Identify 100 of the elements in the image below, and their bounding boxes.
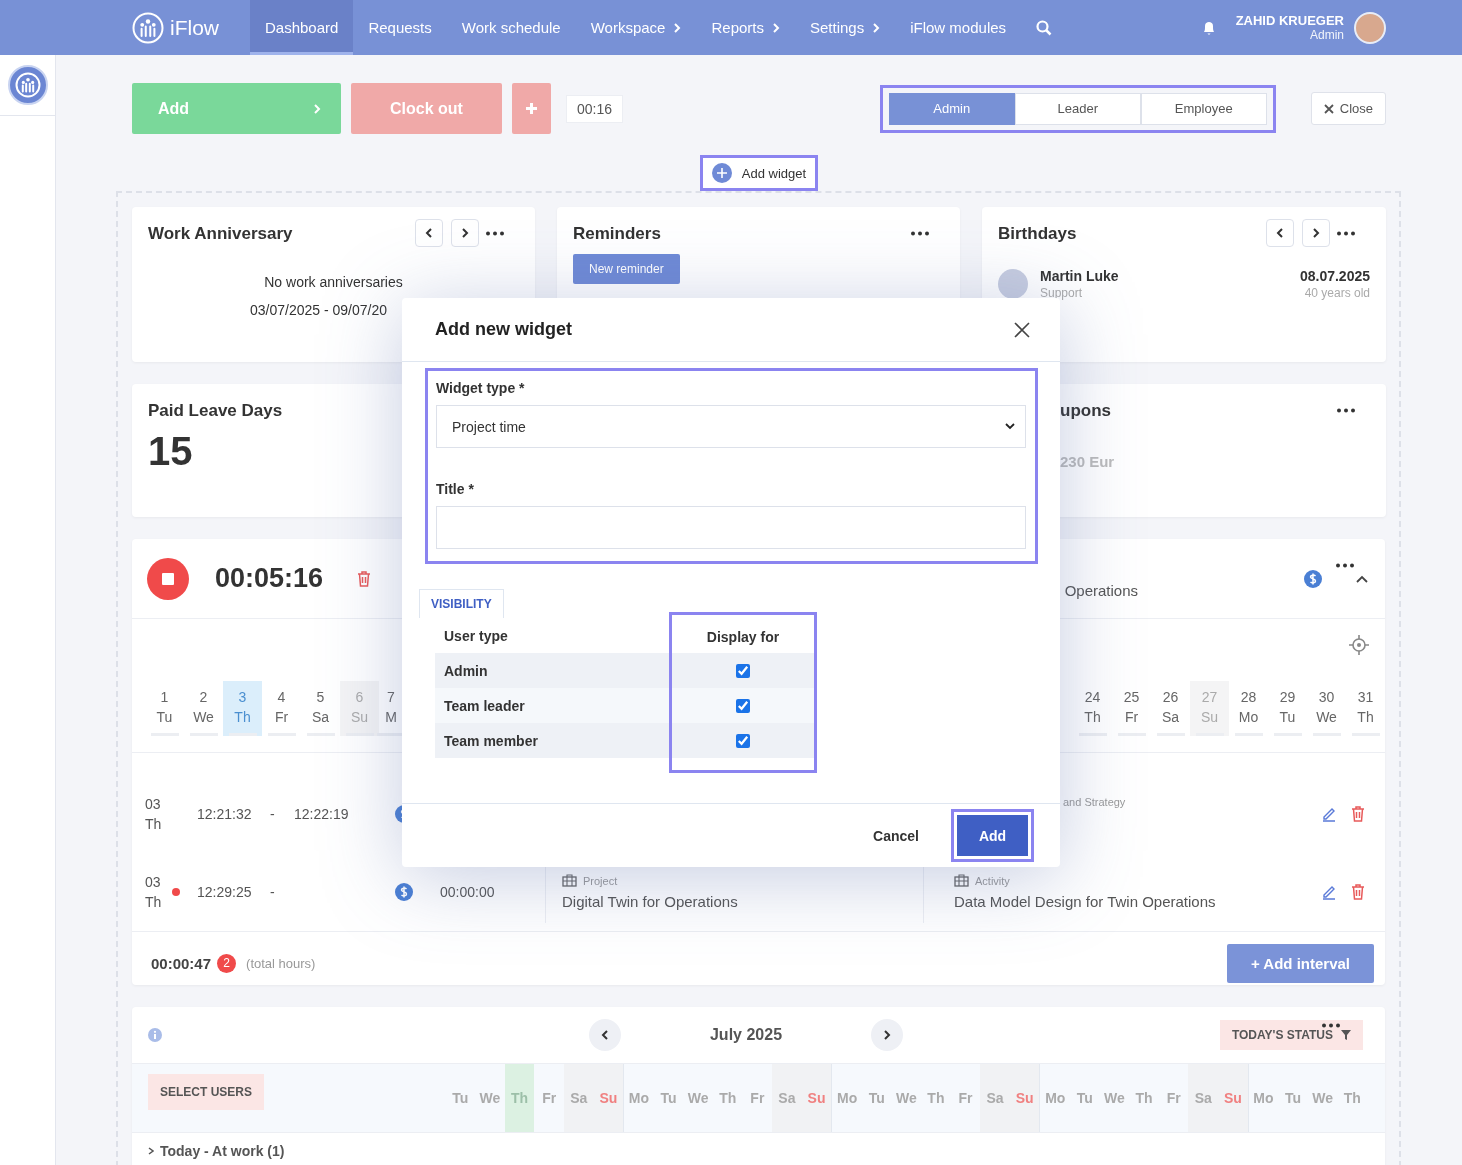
more-icon[interactable] [1336,408,1356,413]
weekday-header: Th [1342,1089,1362,1108]
calendar-day[interactable]: 30 We [1307,681,1346,736]
card-title: Reminders [573,224,661,244]
chevron-right-icon [772,22,780,33]
weekday-header: Mo [1252,1089,1275,1108]
sidebar-logo[interactable] [7,65,48,105]
birthday-date: 08.07.2025 [1299,268,1370,284]
calendar-day[interactable]: 1 Tu [145,681,184,736]
calendar-day[interactable]: 4 Fr [262,681,301,736]
weekday-header: Th [926,1089,946,1108]
user-role: Admin [1310,28,1344,42]
total-hours-note: (total hours) [246,955,316,971]
search-icon[interactable] [1036,19,1053,36]
more-icon[interactable] [1335,563,1355,568]
stop-button[interactable] [147,557,189,600]
interval-count-badge: 2 [217,953,237,973]
add-confirm-button[interactable]: Add [951,809,1034,862]
calendar-day[interactable]: 3 Th [223,681,262,736]
time-separator: - [270,884,276,900]
weekday-header: Tu [867,1089,886,1108]
status-group-toggle[interactable]: Today - At work (1) [132,1133,1385,1165]
previous-month-button[interactable] [589,1019,621,1051]
user-type-cell: Admin [435,653,669,688]
trash-icon[interactable] [357,570,372,587]
locate-icon[interactable] [1349,635,1369,655]
brand-name[interactable]: iFlow [170,15,219,40]
display-checkbox[interactable] [736,698,750,713]
new-reminder-button[interactable]: New reminder [573,254,680,284]
activity-label: and Strategy [1062,796,1127,808]
field-label: Widget type * [436,380,526,396]
calendar-day[interactable]: 31 Th [1346,681,1385,736]
weekday-header: Fr [749,1089,766,1108]
end-time: 12:22:19 [294,806,349,822]
calendar-day[interactable]: 5 Sa [301,681,340,736]
widget-type-select[interactable]: Project time [436,405,1026,448]
calendar-day[interactable]: 26 Sa [1151,681,1190,736]
role-tab[interactable]: Leader [1014,92,1141,125]
weekday-header: Sa [1188,1064,1219,1132]
user-avatar[interactable] [1354,11,1386,44]
more-icon[interactable] [1321,1023,1341,1028]
next-button[interactable] [451,219,479,247]
visibility-tab[interactable]: VISIBILITY [419,589,504,618]
project-label: Project [583,874,618,887]
next-month-button[interactable] [871,1019,903,1051]
previous-button[interactable] [415,219,443,247]
trash-icon[interactable] [1351,806,1365,822]
title-input[interactable] [436,506,1026,549]
person-age: 40 years old [1304,286,1370,300]
add-interval-button[interactable]: + Add interval [1226,943,1374,983]
todays-status-button[interactable]: TODAY'S STATUS [1219,1020,1363,1050]
weekday-header: Tu [1075,1089,1094,1108]
chevron-left-icon [601,1030,609,1040]
briefcase-icon [954,874,969,887]
chevron-up-icon[interactable] [1356,574,1368,583]
more-icon[interactable] [910,231,930,236]
previous-button[interactable] [1266,219,1294,247]
nav-item[interactable]: Workspace [575,0,697,55]
nav-item[interactable]: Settings [795,0,896,55]
calendar-day[interactable]: 25 Fr [1112,681,1151,736]
weekday-header: Mo [836,1089,859,1108]
nav-item[interactable]: Requests [353,0,447,55]
chevron-right-icon [673,22,682,33]
time-separator: - [270,806,276,822]
pencil-icon[interactable] [1321,806,1337,822]
close-icon[interactable] [1014,321,1030,338]
select-users-button[interactable]: SELECT USERS [148,1074,264,1110]
activity-label: Activity [975,874,1010,887]
chevron-right-icon [313,103,321,114]
nav-item[interactable]: iFlow modules [895,0,1022,55]
pencil-icon[interactable] [1321,884,1337,900]
next-button[interactable] [1302,219,1330,247]
role-tab[interactable]: Employee [1140,92,1267,125]
weekday-header: Su [801,1064,833,1132]
calendar-day[interactable]: 2 We [184,681,223,736]
weekday-header: Su [593,1064,625,1132]
nav-item[interactable]: Work schedule [446,0,576,55]
more-icon[interactable] [485,231,505,236]
card-title: upons [1060,401,1111,421]
add-widget-button[interactable]: Add widget [699,155,819,191]
weekday-header: Tu [659,1089,678,1108]
leave-days-count: 15 [148,429,194,474]
filter-icon [1341,1030,1351,1040]
calendar-day[interactable]: 29 Tu [1268,681,1307,736]
weekday-header: Fr [957,1089,974,1108]
nav-item[interactable]: Reports [696,0,795,55]
calendar-day[interactable]: 24 Th [1073,681,1112,736]
role-tab[interactable]: Admin [888,92,1015,125]
display-checkbox[interactable] [736,733,750,748]
trash-icon[interactable] [1351,884,1365,900]
display-checkbox[interactable] [736,663,750,678]
cancel-button[interactable]: Cancel [867,826,925,845]
more-icon[interactable] [1336,231,1356,236]
date-range: 03/07/2025 - 09/07/20 [250,302,388,318]
user-type-cell: Team leader [435,688,669,723]
calendar-day[interactable]: 28 Mo [1229,681,1268,736]
user-name[interactable]: ZAHID KRUEGER [1235,13,1344,28]
weekday-header: We [478,1089,502,1108]
close-button[interactable]: Close [1310,92,1386,125]
nav-item[interactable]: Dashboard [250,0,354,55]
